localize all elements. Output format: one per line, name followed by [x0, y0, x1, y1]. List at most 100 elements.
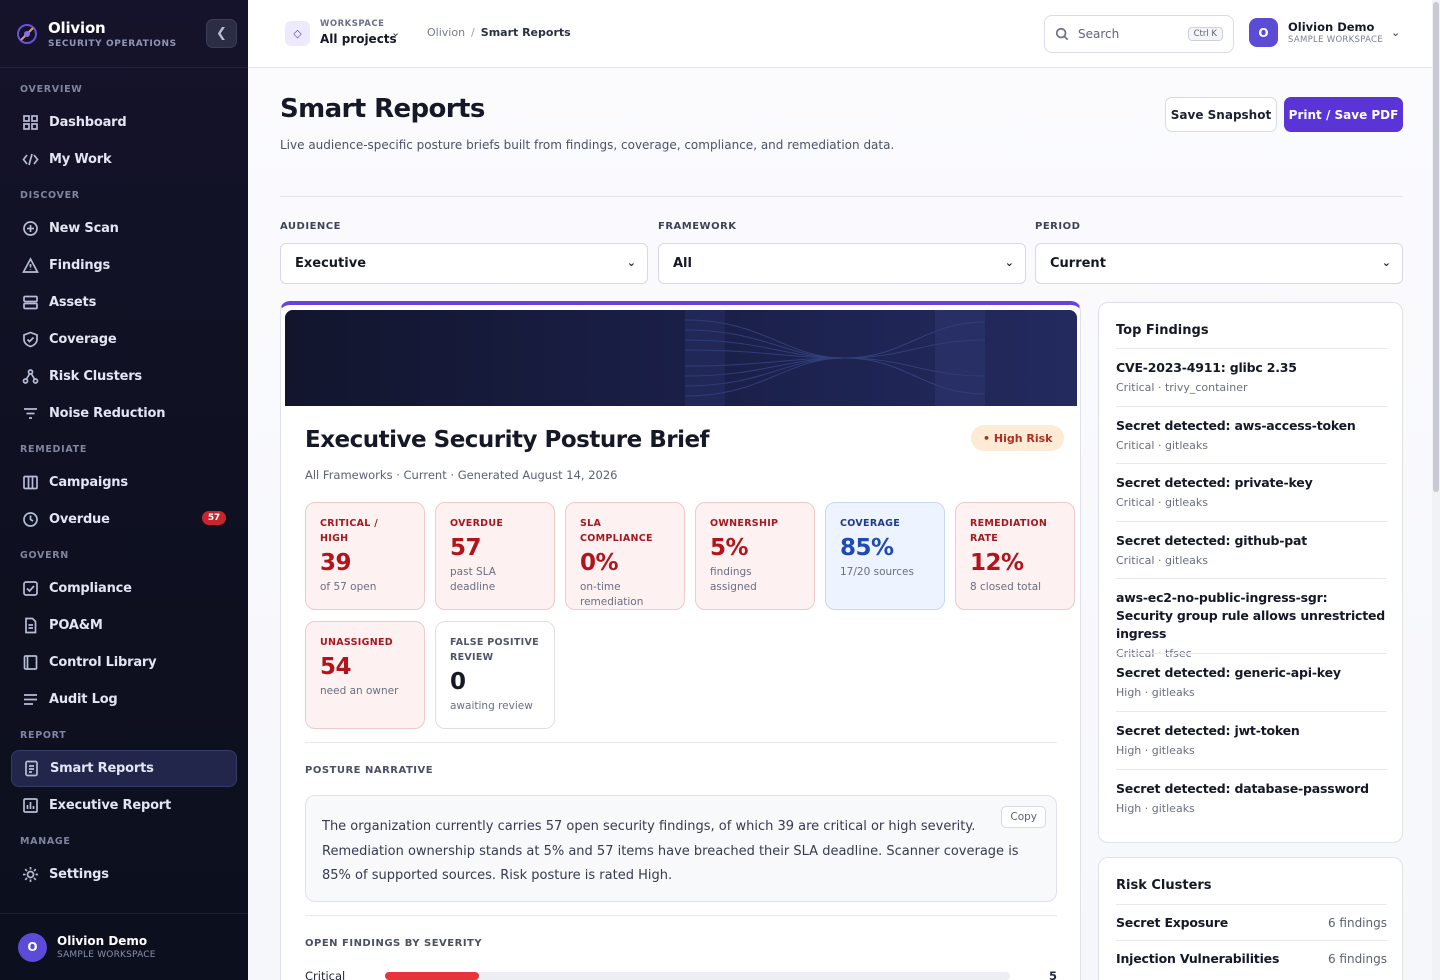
- copy-button[interactable]: Copy: [1001, 806, 1046, 828]
- chevron-down-icon[interactable]: ⌄: [391, 26, 400, 39]
- user-name: Olivion Demo: [1288, 20, 1375, 34]
- sidebar-item-assets[interactable]: Assets: [11, 284, 237, 321]
- page-scrollbar[interactable]: [1432, 0, 1440, 980]
- finding-item[interactable]: Secret detected: jwt-token High · gitleak…: [1116, 711, 1387, 757]
- chevron-down-icon: ⌄: [1381, 256, 1391, 269]
- finding-meta: Critical · gitleaks: [1116, 439, 1208, 452]
- period-label: PERIOD: [1035, 221, 1081, 232]
- search-icon: [1055, 27, 1069, 41]
- user-name: Olivion Demo: [57, 934, 148, 948]
- risk-clusters-panel: Risk Clusters Secret Exposure 6 findings I…: [1098, 857, 1403, 980]
- audience-label: AUDIENCE: [280, 221, 341, 232]
- search-placeholder: Search: [1078, 27, 1120, 41]
- sidebar-item-risk-clusters[interactable]: Risk Clusters: [11, 358, 237, 395]
- sidebar-item-compliance[interactable]: Compliance: [11, 570, 237, 607]
- workspace-diamond-icon: ◇: [285, 21, 310, 46]
- audience-value: Executive: [295, 256, 367, 271]
- cluster-count: 6 findings: [1327, 915, 1387, 930]
- sidebar-item-label: Risk Clusters: [49, 369, 142, 384]
- finding-item[interactable]: CVE-2023-4911: glibc 2.35 Critical · triv…: [1116, 348, 1387, 394]
- finding-item[interactable]: Secret detected: aws-access-token Critica…: [1116, 406, 1387, 452]
- user-menu[interactable]: O Olivion Demo SAMPLE WORKSPACE: [1249, 18, 1383, 47]
- scrollbar-thumb[interactable]: [1433, 2, 1439, 492]
- search-input[interactable]: Search Ctrl K: [1044, 15, 1234, 53]
- sidebar-item-executive-report[interactable]: Executive Report: [11, 787, 237, 824]
- sidebar-item-campaigns[interactable]: Campaigns: [11, 464, 237, 501]
- period-select[interactable]: Current ⌄: [1035, 243, 1403, 284]
- kpi-card: OVERDUE 57 past SLA deadline: [435, 502, 555, 610]
- kpi-card: FALSE POSITIVE REVIEW 0 awaiting review: [435, 621, 555, 729]
- sidebar-nav: OVERVIEW Dashboard My Work DISCOVER New Scan…: [0, 68, 248, 893]
- posture-narrative: The organization currently carries 57 op…: [305, 795, 1057, 902]
- audience-select[interactable]: Executive ⌄: [280, 243, 648, 284]
- avatar: O: [1249, 18, 1278, 47]
- sidebar-user[interactable]: O Olivion Demo SAMPLE WORKSPACE: [0, 913, 248, 980]
- sidebar-item-control-library[interactable]: Control Library: [11, 644, 237, 681]
- sun-gear-icon: [21, 866, 39, 884]
- sidebar-item-my-work[interactable]: My Work: [11, 141, 237, 178]
- sidebar-item-noise-reduction[interactable]: Noise Reduction: [11, 395, 237, 432]
- risk-clusters-title: Risk Clusters: [1116, 878, 1212, 893]
- sidebar-item-poa-m[interactable]: POA&M: [11, 607, 237, 644]
- kpi-label: REMEDIATION RATE: [970, 518, 1048, 544]
- kpi-caption: need an owner: [320, 685, 399, 697]
- sidebar-item-new-scan[interactable]: New Scan: [11, 210, 237, 247]
- risk-cluster-item[interactable]: Secret Exposure 6 findings: [1116, 904, 1387, 940]
- sidebar-item-label: Noise Reduction: [49, 406, 166, 421]
- brand-name: Olivion: [48, 18, 106, 37]
- kpi-caption: on-time remediation: [580, 581, 644, 608]
- kpi-label: COVERAGE: [840, 518, 900, 529]
- top-findings-panel: Top Findings CVE-2023-4911: glibc 2.35 Cr…: [1098, 302, 1403, 843]
- sidebar-item-label: Findings: [49, 258, 111, 273]
- finding-title: aws-ec2-no-public-ingress-sgr: Security …: [1116, 590, 1386, 641]
- finding-item[interactable]: Secret detected: generic-api-key High · g…: [1116, 653, 1387, 699]
- main-content: Smart Reports Live audience-specific pos…: [248, 68, 1440, 980]
- sidebar-item-dashboard[interactable]: Dashboard: [11, 104, 237, 141]
- print-pdf-button[interactable]: Print / Save PDF: [1284, 97, 1403, 132]
- finding-item[interactable]: Secret detected: private-key Critical · g…: [1116, 463, 1387, 509]
- sidebar: Olivion SECURITY OPERATIONS ❮ OVERVIEW Da…: [0, 0, 248, 980]
- breadcrumb-root[interactable]: Olivion: [427, 26, 465, 39]
- collapse-sidebar-button[interactable]: ❮: [206, 19, 237, 48]
- risk-cluster-item[interactable]: Injection Vulnerabilities 6 findings: [1116, 940, 1387, 976]
- nav-section-heading: DISCOVER: [20, 190, 80, 201]
- search-shortcut: Ctrl K: [1187, 27, 1223, 41]
- finding-title: CVE-2023-4911: glibc 2.35: [1116, 360, 1297, 375]
- severity-heading: OPEN FINDINGS BY SEVERITY: [305, 938, 483, 949]
- sidebar-item-label: Overdue: [49, 512, 110, 527]
- finding-item[interactable]: aws-ec2-no-public-ingress-sgr: Security …: [1116, 578, 1387, 660]
- finding-item[interactable]: Secret detected: database-password High ·…: [1116, 769, 1387, 815]
- bar-chart-icon: [21, 797, 39, 815]
- workspace-selector[interactable]: All projects: [320, 32, 397, 46]
- columns-icon: [21, 474, 39, 492]
- finding-meta: High · gitleaks: [1116, 686, 1195, 699]
- sidebar-item-label: Dashboard: [49, 115, 127, 130]
- user-workspace: SAMPLE WORKSPACE: [57, 950, 156, 960]
- sidebar-item-findings[interactable]: Findings: [11, 247, 237, 284]
- sidebar-item-coverage[interactable]: Coverage: [11, 321, 237, 358]
- chevron-down-icon[interactable]: ⌄: [1391, 26, 1400, 39]
- kpi-card: UNASSIGNED 54 need an owner: [305, 621, 425, 729]
- sidebar-item-settings[interactable]: Settings: [11, 856, 237, 893]
- finding-item[interactable]: Secret detected: github-pat Critical · gi…: [1116, 521, 1387, 567]
- kpi-card: OWNERSHIP 5% findings assigned: [695, 502, 815, 610]
- sidebar-item-overdue[interactable]: Overdue 57: [11, 501, 237, 538]
- finding-title: Secret detected: github-pat: [1116, 533, 1307, 548]
- save-snapshot-button[interactable]: Save Snapshot: [1165, 97, 1277, 132]
- kpi-caption: past SLA deadline: [450, 566, 496, 593]
- cluster-name: Injection Vulnerabilities: [1116, 951, 1280, 966]
- page-subtitle: Live audience-specific posture briefs bu…: [280, 138, 895, 152]
- report-icon: [22, 760, 40, 778]
- finding-meta: Critical · trivy_container: [1116, 381, 1248, 394]
- sidebar-item-label: Control Library: [49, 655, 157, 670]
- kpi-label: OWNERSHIP: [710, 518, 779, 529]
- code-icon: [21, 151, 39, 169]
- grid-icon: [21, 114, 39, 132]
- sidebar-item-smart-reports[interactable]: Smart Reports: [11, 750, 237, 787]
- kpi-value: 12%: [970, 550, 1024, 576]
- severity-count: 5: [1048, 969, 1057, 980]
- framework-select[interactable]: All ⌄: [658, 243, 1026, 284]
- sidebar-item-audit-log[interactable]: Audit Log: [11, 681, 237, 718]
- narrative-text: The organization currently carries 57 op…: [322, 819, 1019, 883]
- kpi-card: CRITICAL / HIGH 39 of 57 open: [305, 502, 425, 610]
